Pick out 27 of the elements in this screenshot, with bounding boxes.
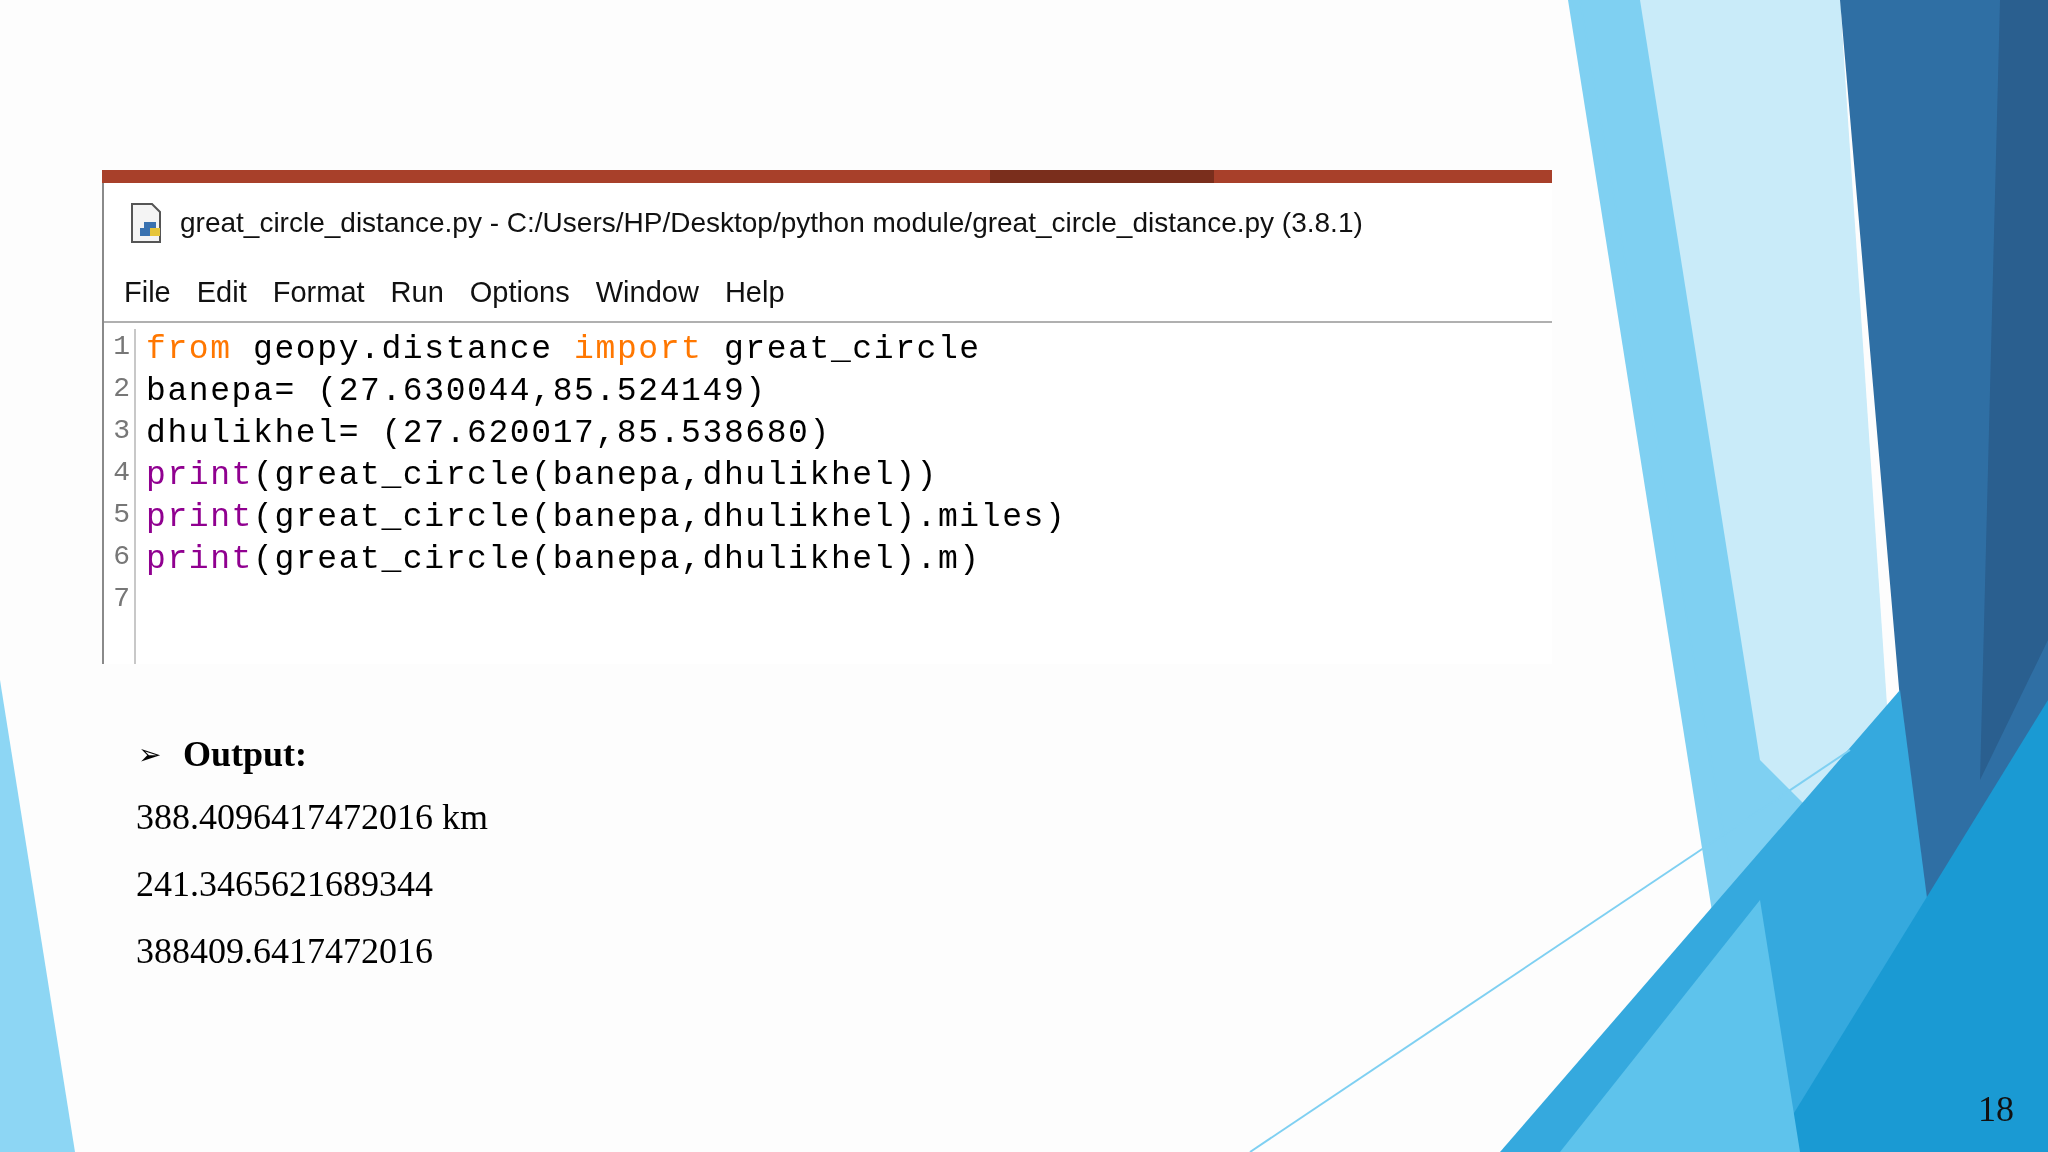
menu-item[interactable]: Window: [595, 275, 725, 309]
code-line: print(great_circle(banepa,dhulikhel).m): [146, 541, 981, 580]
menu-item[interactable]: Options: [469, 275, 596, 309]
output-line: 388409.6417472016: [136, 930, 433, 973]
menu-item[interactable]: Run: [390, 275, 470, 309]
code-line: dhulikhel= (27.620017,85.538680): [146, 415, 831, 454]
menu-item[interactable]: Format: [272, 275, 391, 309]
line-number: 2: [112, 373, 131, 406]
code-line: print(great_circle(banepa,dhulikhel)): [146, 457, 938, 496]
menu-item[interactable]: Edit: [196, 275, 273, 309]
line-number: 1: [112, 331, 131, 364]
menu-item[interactable]: Help: [724, 275, 811, 309]
output-line: 241.3465621689344: [136, 863, 433, 906]
code-line: from geopy.distance import great_circle: [146, 331, 981, 370]
line-number: 7: [112, 583, 131, 616]
line-number: 6: [112, 541, 131, 574]
line-number: 4: [112, 457, 131, 490]
bullet-arrow: ➢: [138, 737, 161, 771]
code-line: banepa= (27.630044,85.524149): [146, 373, 767, 412]
output-heading: Output:: [183, 733, 308, 775]
window-title: great_circle_distance.py - C:/Users/HP/Desktop/python module/great_circle_distance.py (3.8.1): [180, 207, 1363, 239]
menu-item[interactable]: File: [124, 275, 197, 309]
line-number: 3: [112, 415, 131, 448]
line-number: 5: [112, 499, 131, 532]
page-number: 18: [1978, 1088, 2014, 1130]
output-line: 388.4096417472016 km: [136, 796, 488, 839]
code-line: print(great_circle(banepa,dhulikhel).miles): [146, 499, 1067, 538]
